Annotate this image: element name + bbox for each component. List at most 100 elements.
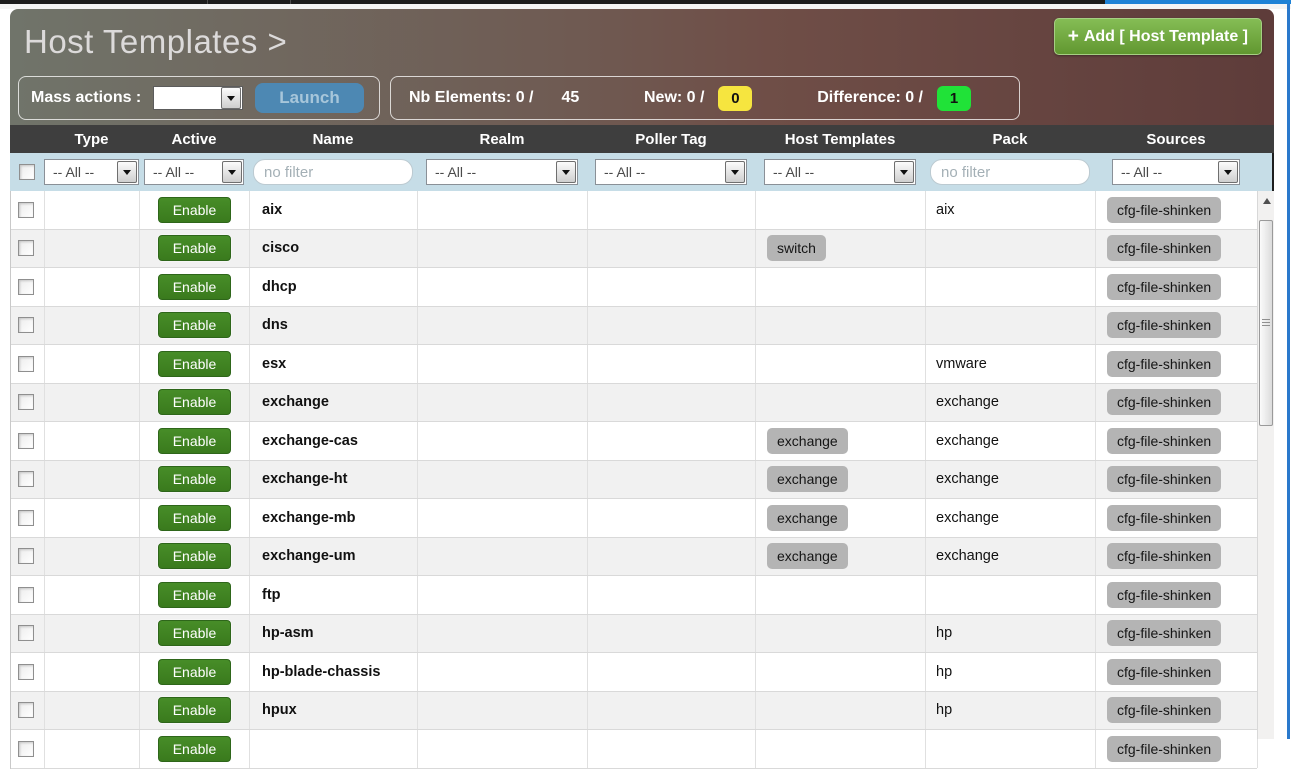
column-header-pack[interactable]: Pack bbox=[925, 131, 1095, 148]
row-checkbox[interactable] bbox=[18, 625, 34, 641]
table-body: Enable aix aix cfg-file-shinken Enable c… bbox=[10, 191, 1257, 769]
row-checkbox[interactable] bbox=[18, 356, 34, 372]
table-body-wrap: Enable aix aix cfg-file-shinken Enable c… bbox=[10, 191, 1274, 769]
enable-button[interactable]: Enable bbox=[158, 505, 232, 531]
cell-name: hpux bbox=[250, 692, 418, 730]
host-template-badge: exchange bbox=[767, 543, 848, 569]
add-host-template-button[interactable]: + Add [ Host Template ] bbox=[1054, 18, 1262, 55]
new-counter: New: 0 / 0 bbox=[644, 86, 752, 111]
chevron-down-icon[interactable] bbox=[725, 161, 745, 183]
poller-tag-filter-select[interactable]: -- All -- bbox=[595, 159, 747, 185]
column-header-type[interactable]: Type bbox=[44, 131, 139, 148]
table-row: Enable ftp cfg-file-shinken bbox=[11, 576, 1257, 615]
sources-filter-select[interactable]: -- All -- bbox=[1112, 159, 1240, 185]
cell-pack: hp bbox=[926, 615, 1096, 653]
realm-filter-select[interactable]: -- All -- bbox=[426, 159, 578, 185]
row-checkbox[interactable] bbox=[18, 548, 34, 564]
enable-button[interactable]: Enable bbox=[158, 197, 232, 223]
cell-type bbox=[45, 730, 140, 768]
cell-realm bbox=[418, 268, 588, 306]
column-header-realm[interactable]: Realm bbox=[417, 131, 587, 148]
host-templates-filter-select[interactable]: -- All -- bbox=[764, 159, 916, 185]
mass-actions-select[interactable] bbox=[153, 86, 243, 110]
row-checkbox[interactable] bbox=[18, 741, 34, 757]
chevron-down-icon[interactable] bbox=[1218, 161, 1238, 183]
cell-name: hp-asm bbox=[250, 615, 418, 653]
nb-elements-total: 45 bbox=[561, 89, 579, 107]
row-checkbox[interactable] bbox=[18, 471, 34, 487]
enable-button[interactable]: Enable bbox=[158, 659, 232, 685]
enable-button[interactable]: Enable bbox=[158, 466, 232, 492]
launch-button[interactable]: Launch bbox=[255, 83, 363, 113]
filter-row: -- All -- -- All -- -- All -- -- All -- bbox=[10, 153, 1274, 191]
cell-name: cisco bbox=[250, 230, 418, 268]
source-badge: cfg-file-shinken bbox=[1107, 351, 1221, 377]
enable-button[interactable]: Enable bbox=[158, 312, 232, 338]
row-checkbox[interactable] bbox=[18, 433, 34, 449]
active-filter-select[interactable]: -- All -- bbox=[144, 159, 244, 185]
row-checkbox[interactable] bbox=[18, 394, 34, 410]
enable-button[interactable]: Enable bbox=[158, 389, 232, 415]
vertical-scrollbar[interactable] bbox=[1257, 191, 1274, 739]
chevron-down-icon[interactable] bbox=[556, 161, 576, 183]
scroll-up-icon[interactable] bbox=[1258, 193, 1275, 209]
cell-poller-tag bbox=[588, 653, 756, 691]
enable-button[interactable]: Enable bbox=[158, 697, 232, 723]
row-checkbox[interactable] bbox=[18, 240, 34, 256]
enable-button[interactable]: Enable bbox=[158, 582, 232, 608]
row-checkbox[interactable] bbox=[18, 702, 34, 718]
chevron-down-icon[interactable] bbox=[117, 161, 137, 183]
table-row: Enable dhcp cfg-file-shinken bbox=[11, 268, 1257, 307]
scrollbar-thumb[interactable] bbox=[1259, 220, 1273, 426]
cell-pack: exchange bbox=[926, 499, 1096, 537]
realm-filter-value: -- All -- bbox=[427, 164, 555, 180]
enable-button[interactable]: Enable bbox=[158, 543, 232, 569]
cell-type bbox=[45, 538, 140, 576]
enable-button[interactable]: Enable bbox=[158, 736, 232, 762]
column-header-poller-tag[interactable]: Poller Tag bbox=[587, 131, 755, 148]
enable-button[interactable]: Enable bbox=[158, 620, 232, 646]
cell-pack bbox=[926, 268, 1096, 306]
cell-name bbox=[250, 730, 418, 768]
cell-realm bbox=[418, 653, 588, 691]
cell-type bbox=[45, 576, 140, 614]
row-checkbox[interactable] bbox=[18, 317, 34, 333]
column-header-host-templates[interactable]: Host Templates bbox=[755, 131, 925, 148]
enable-button[interactable]: Enable bbox=[158, 274, 232, 300]
nb-elements-counter: Nb Elements: 0 / 45 bbox=[409, 89, 579, 107]
type-filter-select[interactable]: -- All -- bbox=[44, 159, 139, 185]
cell-poller-tag bbox=[588, 422, 756, 460]
chevron-down-icon[interactable] bbox=[894, 161, 914, 183]
column-header-sources[interactable]: Sources bbox=[1095, 131, 1257, 148]
cell-type bbox=[45, 499, 140, 537]
host-template-badge: exchange bbox=[767, 466, 848, 492]
cell-poller-tag bbox=[588, 461, 756, 499]
row-checkbox[interactable] bbox=[18, 202, 34, 218]
select-all-checkbox[interactable] bbox=[19, 164, 35, 180]
column-header-name[interactable]: Name bbox=[249, 131, 417, 148]
row-checkbox[interactable] bbox=[18, 664, 34, 680]
source-badge: cfg-file-shinken bbox=[1107, 466, 1221, 492]
row-checkbox[interactable] bbox=[18, 279, 34, 295]
cell-poller-tag bbox=[588, 692, 756, 730]
enable-button[interactable]: Enable bbox=[158, 428, 232, 454]
cell-poller-tag bbox=[588, 230, 756, 268]
new-label: New: 0 / bbox=[644, 89, 704, 107]
chevron-down-icon[interactable] bbox=[222, 161, 242, 183]
column-header-active[interactable]: Active bbox=[139, 131, 249, 148]
chevron-down-icon[interactable] bbox=[221, 87, 241, 109]
table-row: Enable esx vmware cfg-file-shinken bbox=[11, 345, 1257, 384]
cell-type bbox=[45, 653, 140, 691]
source-badge: cfg-file-shinken bbox=[1107, 697, 1221, 723]
enable-button[interactable]: Enable bbox=[158, 235, 232, 261]
pack-filter-input[interactable] bbox=[930, 159, 1090, 185]
source-badge: cfg-file-shinken bbox=[1107, 505, 1221, 531]
name-filter-input[interactable] bbox=[253, 159, 413, 185]
source-badge: cfg-file-shinken bbox=[1107, 543, 1221, 569]
enable-button[interactable]: Enable bbox=[158, 351, 232, 377]
source-badge: cfg-file-shinken bbox=[1107, 274, 1221, 300]
row-checkbox[interactable] bbox=[18, 510, 34, 526]
cell-pack: exchange bbox=[926, 461, 1096, 499]
row-checkbox[interactable] bbox=[18, 587, 34, 603]
cell-type bbox=[45, 422, 140, 460]
